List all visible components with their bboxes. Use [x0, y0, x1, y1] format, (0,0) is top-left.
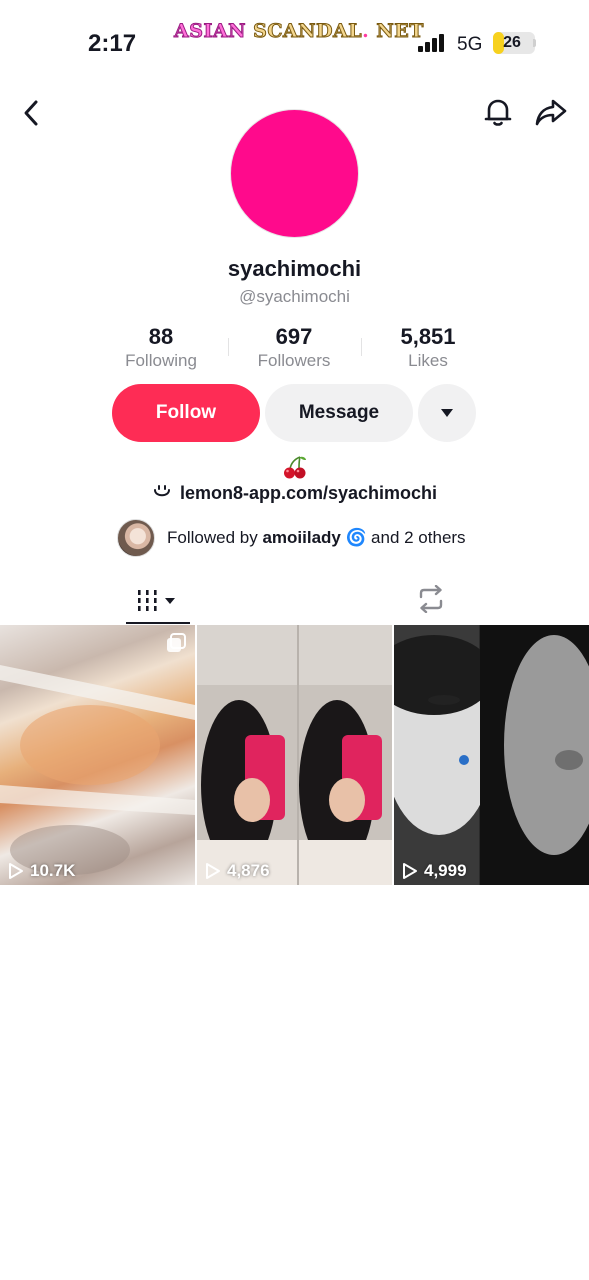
battery-level: 26: [503, 34, 521, 51]
view-count: 4,876: [205, 861, 270, 881]
video-thumbnail[interactable]: 4,876: [197, 625, 392, 885]
stat-followers[interactable]: 697 Followers: [227, 324, 361, 372]
status-time: 2:17: [88, 30, 137, 57]
profile-avatar[interactable]: [230, 109, 359, 238]
status-bar: 2:17 ASIAN SCANDAL. NET 5G 26: [0, 0, 589, 80]
stat-followers-label: Followers: [257, 351, 331, 370]
battery-nub: [533, 39, 536, 47]
watermark-part2: SCANDAL: [253, 20, 363, 43]
view-count: 10.7K: [8, 861, 75, 881]
view-count-text: 10.7K: [30, 861, 76, 880]
bell-icon: [484, 99, 512, 126]
stat-likes[interactable]: 5,851 Likes: [361, 324, 495, 372]
followed-by[interactable]: Followed by amoiilady 🌀 and 2 others: [117, 519, 466, 557]
message-button[interactable]: Message: [265, 384, 413, 442]
more-options-button[interactable]: [418, 384, 476, 442]
smile-link-icon: [153, 485, 170, 497]
profile-link-text: lemon8-app.com/syachimochi: [179, 482, 438, 503]
grid-columns-icon: [138, 590, 175, 611]
chevron-left-icon: [24, 100, 38, 126]
stat-followers-value: 697: [275, 324, 313, 349]
followed-by-user: amoiilady: [262, 528, 341, 547]
play-icon: [9, 863, 23, 879]
profile-stats: 88 Following 697 Followers 5,851 Likes: [94, 324, 494, 374]
profile-link[interactable]: lemon8-app.com/syachimochi: [0, 480, 589, 506]
stat-following-label: Following: [125, 351, 197, 370]
stat-following-value: 88: [148, 324, 174, 349]
tab-active-indicator: [126, 622, 190, 624]
signal-icon: [418, 34, 448, 52]
watermark-part3: NET: [376, 20, 424, 43]
watermark-dot: .: [362, 20, 370, 42]
share-button[interactable]: [533, 94, 569, 130]
thumbnail-image: [394, 625, 589, 885]
cherry-icon: [284, 456, 306, 479]
followed-by-suffix: and 2 others: [371, 528, 466, 547]
thumbnail-image: [197, 625, 392, 885]
tab-videos[interactable]: [126, 578, 190, 624]
display-name: syachimochi: [227, 256, 362, 281]
watermark-part1: ASIAN: [174, 20, 246, 43]
view-count-text: 4,999: [424, 861, 467, 880]
watermark: ASIAN SCANDAL. NET: [174, 20, 424, 43]
username-handle: @syachimochi: [239, 287, 350, 306]
swirl-emoji: 🌀: [345, 528, 368, 547]
multi-image-icon: [167, 633, 186, 652]
tab-reposts[interactable]: [412, 580, 450, 618]
stat-likes-label: Likes: [408, 351, 448, 370]
video-thumbnail[interactable]: 4,999: [394, 625, 589, 885]
thumbnail-image: [0, 665, 195, 875]
follower-avatar: [117, 519, 155, 557]
notification-button[interactable]: [480, 94, 516, 130]
back-button[interactable]: [14, 96, 48, 130]
follow-button[interactable]: Follow: [112, 384, 260, 442]
video-grid: 10.7K 4,876 4,999: [0, 625, 589, 885]
share-arrow-icon: [535, 99, 567, 126]
network-type: 5G: [457, 34, 483, 55]
battery-icon: 26: [493, 32, 535, 54]
caret-down-icon: [441, 409, 453, 417]
repost-icon: [419, 585, 443, 613]
play-icon: [403, 863, 417, 879]
stat-likes-value: 5,851: [400, 324, 456, 349]
followed-by-prefix: Followed by: [167, 528, 258, 547]
video-thumbnail[interactable]: 10.7K: [0, 625, 195, 885]
view-count-text: 4,876: [227, 861, 270, 880]
play-icon: [206, 863, 220, 879]
stat-following[interactable]: 88 Following: [94, 324, 228, 372]
view-count: 4,999: [402, 861, 467, 881]
